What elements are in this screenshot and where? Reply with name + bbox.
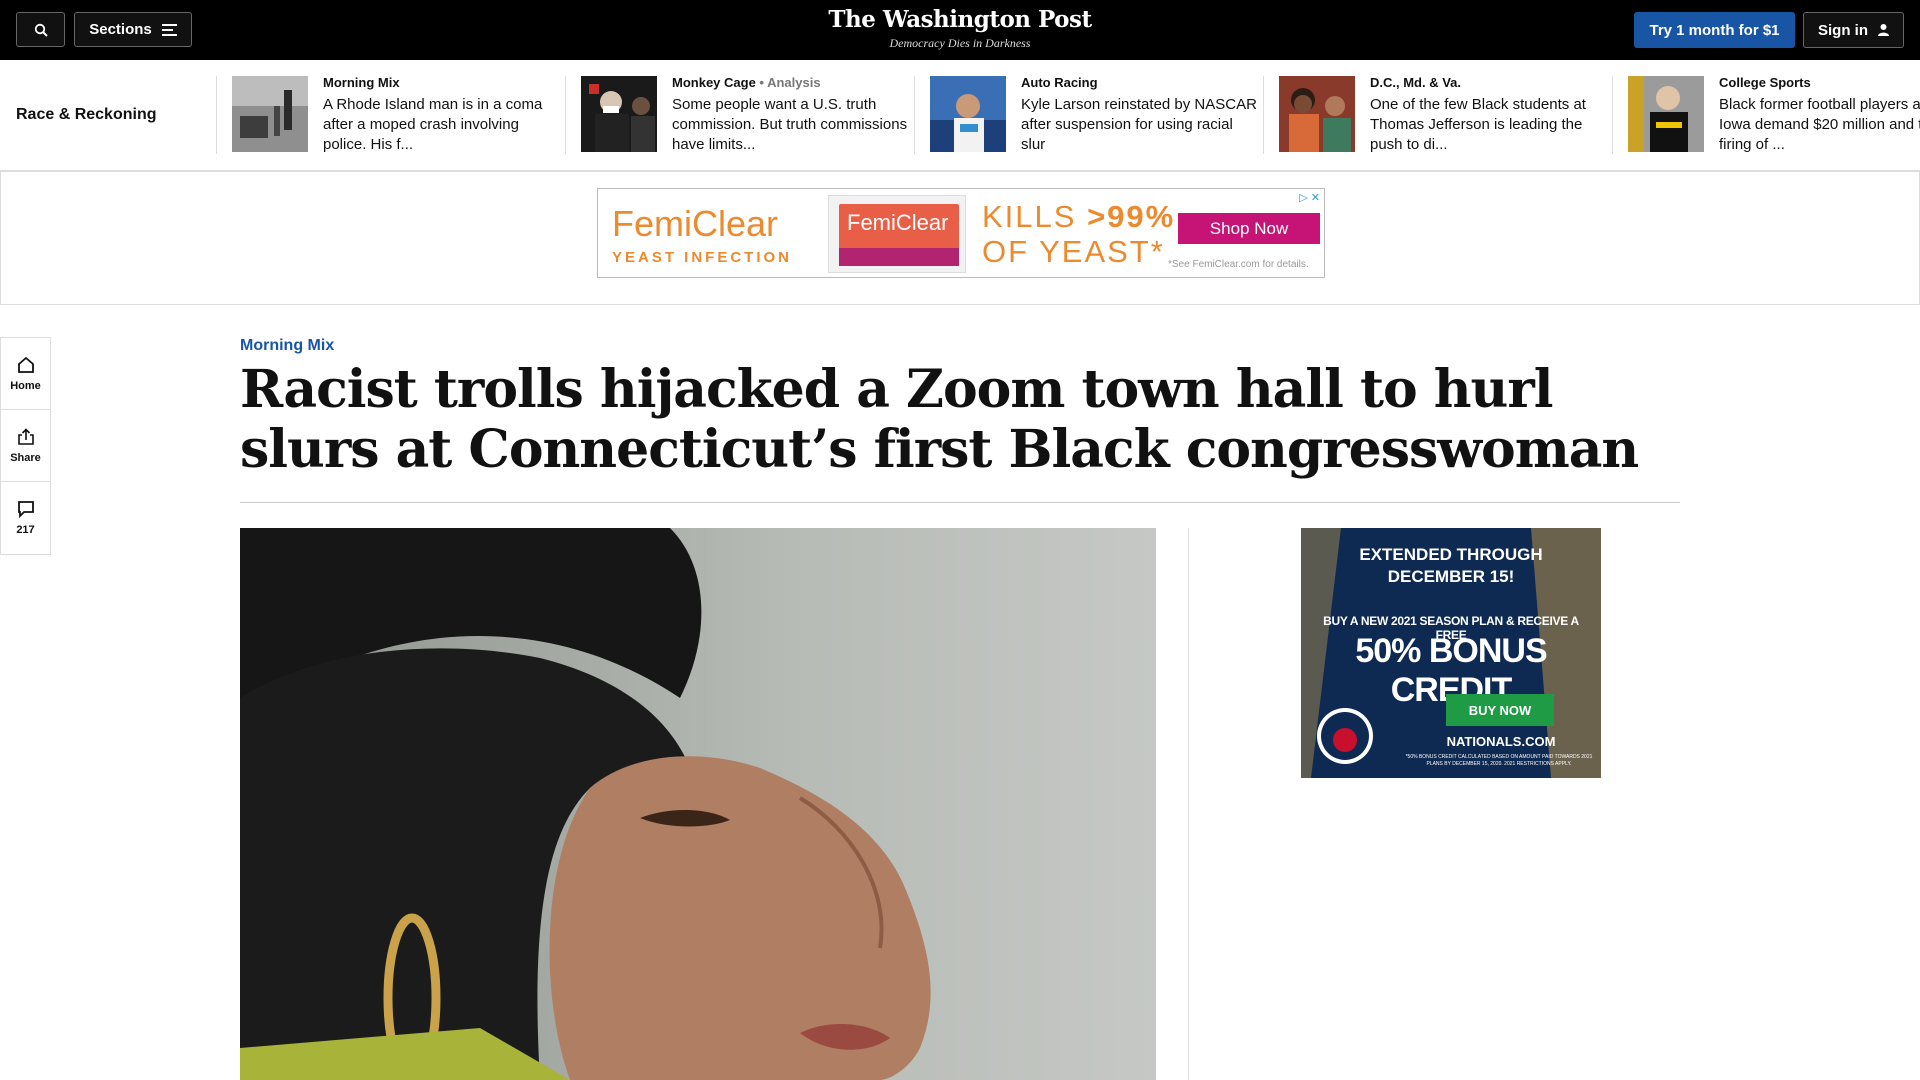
ribbon-story[interactable]: College Sports Black former football pla…: [1628, 76, 1920, 154]
buy-now-button[interactable]: BUY NOW: [1446, 694, 1554, 726]
story-kicker: College Sports: [1719, 75, 1811, 90]
femiclear-logo: FemiClear: [612, 203, 779, 244]
divider: [1188, 528, 1189, 1080]
story-headline[interactable]: Kyle Larson reinstated by NASCAR after s…: [1021, 95, 1257, 155]
divider: [1612, 76, 1613, 154]
masthead[interactable]: The Washington Post Democracy Dies in Da…: [760, 6, 1160, 51]
leaderboard-ad-slot: FemiClear YEAST INFECTION FemiClear KILL…: [0, 171, 1920, 305]
story-thumbnail: [1279, 76, 1355, 152]
story-kicker: Morning Mix: [323, 75, 400, 90]
article-headline: Racist trolls hijacked a Zoom town hall …: [240, 359, 1639, 480]
ribbon-title[interactable]: Race & Reckoning: [16, 106, 156, 124]
comment-icon: [17, 501, 34, 518]
ad-fine-print: *50% BONUS CREDIT CALCULATED BASED ON AM…: [1405, 754, 1593, 767]
story-kicker: Auto Racing: [1021, 75, 1098, 90]
divider: [565, 76, 566, 154]
ribbon-story[interactable]: Auto Racing Kyle Larson reinstated by NA…: [930, 76, 1279, 154]
story-thumbnail: [1628, 76, 1704, 152]
story-kicker: Monkey Cage: [672, 75, 756, 90]
ad-headline: EXTENDED THROUGH DECEMBER 15!: [1359, 545, 1543, 586]
top-navigation: Sections The Washington Post Democracy D…: [0, 0, 1920, 60]
divider: [914, 76, 915, 154]
analysis-label: • Analysis: [755, 75, 821, 90]
story-kicker: D.C., Md. & Va.: [1370, 75, 1462, 90]
user-icon: [1878, 24, 1889, 36]
article-kicker[interactable]: Morning Mix: [240, 337, 334, 355]
left-action-rail: Home Share 217: [0, 337, 51, 555]
ribbon-story[interactable]: D.C., Md. & Va. One of the few Black stu…: [1279, 76, 1628, 154]
home-icon: [17, 356, 34, 373]
washington-post-logo[interactable]: The Washington Post: [760, 6, 1160, 33]
search-icon: [34, 23, 48, 37]
story-headline[interactable]: One of the few Black students at Thomas …: [1370, 95, 1606, 155]
sign-in-label: Sign in: [1818, 21, 1868, 39]
related-stories-ribbon: Race & Reckoning Morning Mix A Rhode Isl…: [0, 60, 1920, 171]
home-button[interactable]: Home: [1, 338, 50, 410]
story-headline[interactable]: Some people want a U.S. truth commission…: [672, 95, 908, 155]
shop-now-button[interactable]: Shop Now: [1178, 213, 1320, 244]
share-icon: [17, 427, 34, 445]
ribbon-story[interactable]: Morning Mix A Rhode Island man is in a c…: [232, 76, 581, 154]
home-label: Home: [10, 379, 41, 392]
share-button[interactable]: Share: [1, 410, 50, 482]
ad-claim: KILLS >99% OF YEAST*: [982, 199, 1176, 269]
divider: [1263, 76, 1264, 154]
story-thumbnail: [232, 76, 308, 152]
ad-disclaimer: *See FemiClear.com for details.: [1168, 259, 1309, 270]
comments-button[interactable]: 217: [1, 482, 50, 554]
ad-url: NATIONALS.COM: [1446, 734, 1556, 749]
story-headline[interactable]: A Rhode Island man is in a coma after a …: [323, 95, 559, 155]
sections-button[interactable]: Sections: [74, 12, 192, 47]
share-label: Share: [10, 451, 41, 464]
ribbon-story[interactable]: Monkey Cage • Analysis Some people want …: [581, 76, 930, 154]
subscribe-button[interactable]: Try 1 month for $1: [1634, 12, 1795, 48]
comments-count: 217: [16, 524, 35, 536]
lead-photo: [240, 528, 1156, 1080]
ad-choices-icon[interactable]: ▷ ✕: [1299, 191, 1320, 204]
product-box-image: FemiClear: [828, 195, 966, 273]
ad-subtitle: YEAST INFECTION: [612, 249, 793, 266]
sections-label: Sections: [89, 21, 152, 38]
tagline: Democracy Dies in Darkness: [889, 36, 1031, 50]
sign-in-button[interactable]: Sign in: [1803, 12, 1904, 48]
femiclear-ad[interactable]: FemiClear YEAST INFECTION FemiClear KILL…: [597, 188, 1325, 278]
product-box-brand: FemiClear: [847, 210, 949, 235]
story-headline[interactable]: Black former football players a Iowa dem…: [1719, 95, 1920, 155]
hamburger-icon: [161, 23, 177, 36]
divider: [240, 502, 1680, 503]
nationals-ad[interactable]: EXTENDED THROUGH DECEMBER 15! BUY A NEW …: [1301, 528, 1601, 778]
divider: [216, 76, 217, 154]
search-button[interactable]: [16, 12, 65, 47]
story-thumbnail: [930, 76, 1006, 152]
story-thumbnail: [581, 76, 657, 152]
photo-illustration: [240, 528, 1156, 1080]
